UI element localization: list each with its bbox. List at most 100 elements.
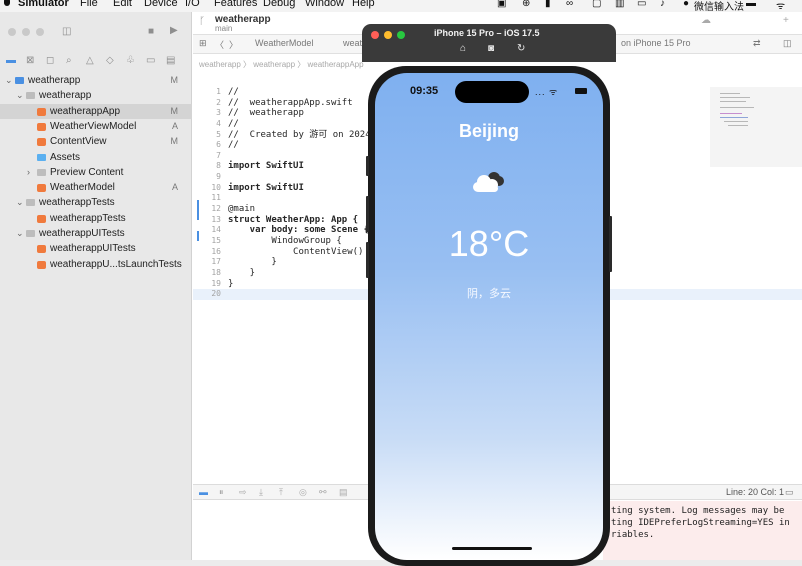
navigator-item[interactable]: › Preview Content bbox=[0, 165, 192, 180]
menu-bar: Simulator File Edit Device I/O Features … bbox=[0, 0, 802, 12]
run-icon[interactable]: ▶ bbox=[170, 25, 178, 36]
back-icon[interactable]: 〈 bbox=[215, 38, 224, 51]
navigator-item[interactable]: weatherappTests bbox=[0, 211, 192, 226]
rotate-icon[interactable]: ↻ bbox=[517, 43, 525, 54]
navigator-item[interactable]: weatherappU...tsLaunchTests bbox=[0, 257, 192, 272]
menu-help[interactable]: Help bbox=[352, 0, 375, 9]
console-line: riables. bbox=[611, 530, 655, 540]
bookmark-icon[interactable]: ◻ bbox=[46, 55, 54, 66]
grid-icon[interactable]: ⊞ bbox=[199, 38, 207, 49]
pause-icon[interactable]: ⏸ bbox=[219, 487, 224, 498]
hide-debug-icon[interactable]: ▬ bbox=[199, 487, 208, 497]
navigator-item[interactable]: WeatherModel A bbox=[0, 180, 192, 195]
navigator-item[interactable]: weatherappApp M bbox=[0, 103, 192, 119]
home-indicator[interactable] bbox=[452, 547, 532, 550]
menu-window[interactable]: Window bbox=[305, 0, 344, 9]
menu-simulator[interactable]: Simulator bbox=[18, 0, 69, 9]
report-icon[interactable]: ▤ bbox=[166, 55, 175, 66]
menu-features[interactable]: Features bbox=[214, 0, 257, 9]
power-button[interactable] bbox=[609, 216, 612, 272]
navigator-item-label: WeatherModel bbox=[50, 182, 115, 194]
sync-status-icon[interactable]: ⊕ bbox=[522, 0, 530, 9]
run-destination[interactable]: on iPhone 15 Pro bbox=[621, 38, 691, 48]
minimap[interactable] bbox=[710, 87, 802, 167]
debug-icon[interactable]: ♧ bbox=[126, 55, 135, 66]
navigator-item[interactable]: ContentView M bbox=[0, 134, 192, 149]
source-control-icon[interactable]: ⊠ bbox=[26, 55, 34, 66]
step-over-icon[interactable]: ⇨ bbox=[239, 487, 247, 498]
bluetooth-status-icon[interactable]: ▮ bbox=[545, 0, 551, 9]
navigator-item[interactable]: ⌄ weatherapp M bbox=[0, 73, 192, 88]
volume-up-button[interactable] bbox=[366, 196, 369, 232]
link-status-icon[interactable]: ∞ bbox=[566, 0, 573, 9]
step-in-icon[interactable]: ⤓ bbox=[259, 487, 263, 498]
menu-edit[interactable]: Edit bbox=[113, 0, 132, 9]
library-icon[interactable]: ☁ bbox=[701, 15, 711, 26]
navigator-item[interactable]: Assets bbox=[0, 150, 192, 165]
test-icon[interactable]: ◇ bbox=[106, 55, 114, 66]
swift-file-icon bbox=[37, 214, 46, 223]
breadcrumb[interactable]: weatherapp 〉 weatherapp 〉 weatherappApp bbox=[199, 59, 364, 70]
chevron-down-icon[interactable]: ⌄ bbox=[16, 226, 24, 241]
environment-icon[interactable]: ▤ bbox=[339, 487, 348, 498]
forward-icon[interactable]: 〉 bbox=[229, 38, 238, 51]
action-button[interactable] bbox=[366, 156, 369, 176]
code-text: // bbox=[228, 118, 239, 129]
navigator-item[interactable]: WeatherViewModel A bbox=[0, 119, 192, 134]
minimize-window-button[interactable] bbox=[22, 28, 30, 36]
menu-io[interactable]: I/O bbox=[185, 0, 200, 9]
find-icon[interactable]: ⌕ bbox=[66, 55, 72, 66]
simulator-close-button[interactable] bbox=[371, 31, 379, 39]
display-status-icon[interactable]: ▭ bbox=[637, 0, 646, 9]
menu-file[interactable]: File bbox=[80, 0, 98, 9]
console-output[interactable]: ting system. Log messages may be ting IDE… bbox=[603, 501, 802, 560]
project-navigator: ◫ ■ ▶ ▬ ⊠ ◻ ⌕ △ ◇ ♧ ▭ ▤ ⌄ weatherapp M ⌄ wea… bbox=[0, 12, 192, 560]
sidebar-toggle-icon[interactable]: ◫ bbox=[62, 26, 71, 37]
battery-status-icon[interactable]: ▬ bbox=[746, 0, 756, 9]
navigator-item[interactable]: weatherappUITests bbox=[0, 241, 192, 256]
navigator-item-label: weatherappApp bbox=[50, 105, 121, 117]
screenshot-icon[interactable]: ◙ bbox=[488, 43, 494, 54]
menu-debug[interactable]: Debug bbox=[263, 0, 295, 9]
input-method-icon[interactable]: ● bbox=[683, 0, 689, 9]
stats-status-icon[interactable]: ▥ bbox=[615, 0, 624, 9]
code-text: var body: some Scene { bbox=[228, 225, 369, 236]
chevron-down-icon[interactable]: ⌄ bbox=[16, 195, 24, 210]
volume-down-button[interactable] bbox=[366, 242, 369, 278]
tab-weathermodel[interactable]: WeatherModel bbox=[255, 38, 313, 48]
chevron-down-icon[interactable]: ⌄ bbox=[16, 88, 24, 103]
split-console-icon[interactable]: ▭ bbox=[785, 487, 794, 498]
phone-screen[interactable]: 09:35 ... ᯤ Beijing 18°C 阴，多云 bbox=[375, 73, 603, 560]
simulator-minimize-button[interactable] bbox=[384, 31, 392, 39]
wechat-status-icon[interactable]: ▣ bbox=[497, 0, 506, 9]
folder-navigator-icon[interactable]: ▬ bbox=[6, 55, 16, 66]
wifi-status-icon[interactable]: ᯤ bbox=[776, 0, 785, 12]
volume-status-icon[interactable]: ♪ bbox=[660, 0, 665, 9]
close-window-button[interactable] bbox=[8, 28, 16, 36]
navigator-item[interactable]: ⌄ weatherapp bbox=[0, 88, 192, 103]
code-text: struct WeatherApp: App { bbox=[228, 214, 359, 225]
issue-icon[interactable]: △ bbox=[86, 55, 94, 66]
menu-device[interactable]: Device bbox=[144, 0, 178, 9]
adjust-editor-icon[interactable]: ⇄ bbox=[753, 38, 761, 49]
breakpoint-icon[interactable]: ▭ bbox=[146, 55, 155, 66]
zoom-window-button[interactable] bbox=[36, 28, 44, 36]
navigator-item[interactable]: ⌄ weatherappUITests bbox=[0, 226, 192, 241]
view-hierarchy-icon[interactable]: ◎ bbox=[299, 487, 307, 498]
add-icon[interactable]: + bbox=[783, 15, 789, 26]
navigator-item-label: weatherapp bbox=[28, 75, 81, 86]
home-icon[interactable]: ⌂ bbox=[460, 43, 466, 54]
step-out-icon[interactable]: ⤒ bbox=[279, 487, 283, 498]
navigator-item[interactable]: ⌄ weatherappTests bbox=[0, 195, 192, 210]
line-number: 7 bbox=[216, 150, 221, 160]
weather-condition: 阴，多云 bbox=[467, 288, 511, 300]
chevron-right-icon[interactable]: › bbox=[27, 165, 30, 180]
memory-graph-icon[interactable]: ⚯ bbox=[319, 487, 327, 498]
simulator-zoom-button[interactable] bbox=[397, 31, 405, 39]
chevron-down-icon[interactable]: ⌄ bbox=[5, 73, 13, 88]
screen-status-icon[interactable]: ▢ bbox=[592, 0, 601, 9]
apple-menu-icon[interactable] bbox=[4, 0, 10, 6]
stop-icon[interactable]: ■ bbox=[148, 26, 154, 37]
inspector-icon[interactable]: ◫ bbox=[783, 38, 792, 49]
input-method-label[interactable]: 微信输入法 bbox=[694, 0, 744, 12]
